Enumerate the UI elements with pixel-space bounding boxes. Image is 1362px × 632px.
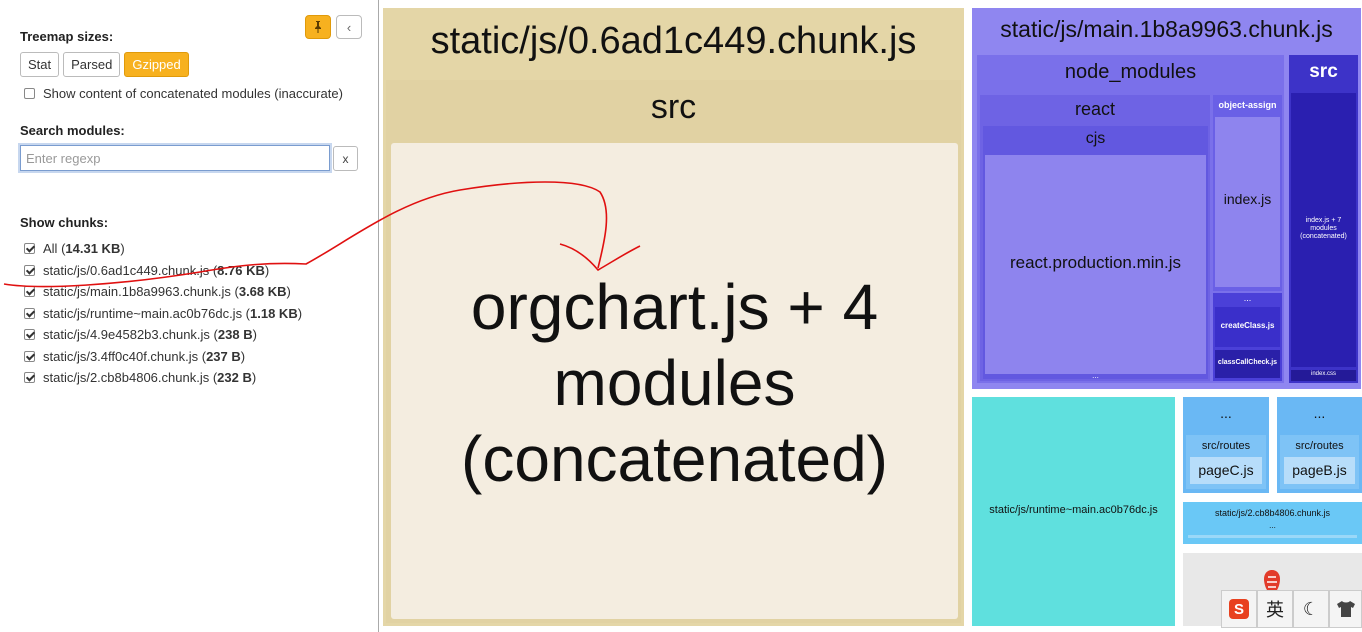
annotation-arrow [3,181,641,288]
shirt-icon [1336,601,1355,617]
ime-language-button[interactable]: 英 [1257,590,1293,628]
treemap: static/js/0.6ad1c449.chunk.js src orgcha… [3,0,1362,632]
sogou-s-icon: S [1229,599,1249,619]
ime-skin-button[interactable] [1329,590,1362,628]
moon-icon: ☾ [1302,598,1320,619]
ime-sogou-button[interactable]: S [1221,590,1257,628]
ime-language-label: 英 [1266,600,1284,620]
ime-night-mode-button[interactable]: ☾ [1293,590,1329,628]
